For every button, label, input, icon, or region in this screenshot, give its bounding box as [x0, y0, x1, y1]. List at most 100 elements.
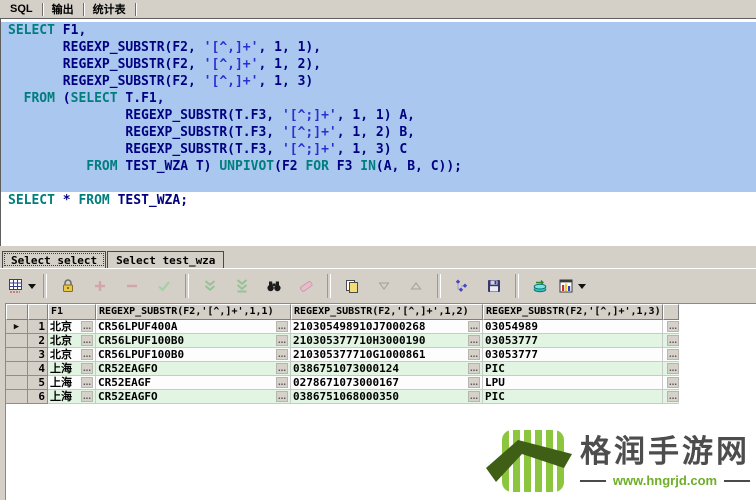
cell-f1[interactable]: 上海…: [48, 362, 96, 376]
sql-line[interactable]: REGEXP_SUBSTR(F2, '[^,]+', 1, 3): [1, 73, 756, 90]
ellipsis-button[interactable]: …: [667, 335, 679, 346]
check-button[interactable]: [149, 273, 179, 299]
cell-c2[interactable]: CR56LPUF100B0…: [96, 334, 291, 348]
cell-f1[interactable]: 北京…: [48, 320, 96, 334]
cell-c4[interactable]: 03053777: [483, 334, 663, 348]
cell-f1[interactable]: 北京…: [48, 334, 96, 348]
triangle-down-button[interactable]: [369, 273, 399, 299]
cell-stub[interactable]: …: [663, 376, 679, 390]
lock-button[interactable]: [53, 273, 83, 299]
sql-editor[interactable]: SELECT F1, REGEXP_SUBSTR(F2, '[^,]+', 1,…: [0, 18, 756, 246]
copy-pages-button[interactable]: [337, 273, 367, 299]
sql-line[interactable]: SELECT F1,: [1, 22, 756, 39]
triangle-up-button[interactable]: [401, 273, 431, 299]
cell-c4[interactable]: 03054989: [483, 320, 663, 334]
sql-line[interactable]: REGEXP_SUBSTR(T.F3, '[^;]+', 1, 2) B,: [1, 124, 756, 141]
ellipsis-button[interactable]: …: [81, 391, 93, 402]
column-header-f1[interactable]: F1: [48, 304, 96, 320]
tab-统计表[interactable]: 统计表: [87, 0, 135, 19]
ellipsis-button[interactable]: …: [667, 363, 679, 374]
cell-f1[interactable]: 北京…: [48, 348, 96, 362]
cell-c2[interactable]: CR52EAGFO…: [96, 362, 291, 376]
ellipsis-button[interactable]: …: [667, 377, 679, 388]
ellipsis-button[interactable]: …: [276, 377, 288, 388]
cell-stub[interactable]: …: [663, 334, 679, 348]
sql-line[interactable]: REGEXP_SUBSTR(F2, '[^,]+', 1, 1),: [1, 39, 756, 56]
column-header-stub[interactable]: [663, 304, 679, 320]
ellipsis-button[interactable]: …: [276, 391, 288, 402]
sql-line[interactable]: SELECT * FROM TEST_WZA;: [1, 192, 756, 209]
sql-line[interactable]: REGEXP_SUBSTR(T.F3, '[^;]+', 1, 3) C: [1, 141, 756, 158]
cell-f1[interactable]: 上海…: [48, 390, 96, 404]
cell-c2[interactable]: CR56LPUF400A…: [96, 320, 291, 334]
tab-sql[interactable]: SQL: [4, 2, 42, 17]
save-disk-button[interactable]: [479, 273, 509, 299]
ellipsis-button[interactable]: …: [81, 377, 93, 388]
row-indicator-cell[interactable]: [6, 348, 28, 362]
sql-line[interactable]: FROM (SELECT T.F1,: [1, 90, 756, 107]
tab-输出[interactable]: 输出: [46, 0, 83, 19]
eraser-button[interactable]: [291, 273, 321, 299]
ellipsis-button[interactable]: …: [468, 321, 480, 332]
ellipsis-button[interactable]: …: [468, 363, 480, 374]
row-indicator-cell[interactable]: ▶: [6, 320, 28, 334]
ellipsis-button[interactable]: …: [276, 321, 288, 332]
row-indicator-cell[interactable]: [6, 334, 28, 348]
ellipsis-button[interactable]: …: [81, 321, 93, 332]
result-tab-select-select[interactable]: Select select: [2, 251, 106, 268]
ellipsis-button[interactable]: …: [468, 349, 480, 360]
row-number-cell[interactable]: 5: [28, 376, 48, 390]
ellipsis-button[interactable]: …: [81, 363, 93, 374]
grid-view-button[interactable]: [7, 273, 37, 299]
cell-c3[interactable]: 0278671073000167…: [291, 376, 483, 390]
cell-c2[interactable]: CR56LPUF100B0…: [96, 348, 291, 362]
cell-c3[interactable]: 0386751073000124…: [291, 362, 483, 376]
ellipsis-button[interactable]: …: [276, 349, 288, 360]
plus-button[interactable]: [85, 273, 115, 299]
cell-c3[interactable]: 210305377710G1000861…: [291, 348, 483, 362]
ellipsis-button[interactable]: …: [468, 377, 480, 388]
column-header-num[interactable]: [28, 304, 48, 320]
column-header-c2[interactable]: REGEXP_SUBSTR(F2,'[^,]+',1,1): [96, 304, 291, 320]
ellipsis-button[interactable]: …: [468, 335, 480, 346]
row-number-cell[interactable]: 3: [28, 348, 48, 362]
row-indicator-cell[interactable]: [6, 376, 28, 390]
sql-line[interactable]: [1, 175, 756, 192]
minus-button[interactable]: [117, 273, 147, 299]
sort-tree-button[interactable]: [447, 273, 477, 299]
cell-c4[interactable]: LPU: [483, 376, 663, 390]
cell-c2[interactable]: CR52EAGF…: [96, 376, 291, 390]
cell-stub[interactable]: …: [663, 390, 679, 404]
ellipsis-button[interactable]: …: [276, 363, 288, 374]
row-number-cell[interactable]: 2: [28, 334, 48, 348]
ellipsis-button[interactable]: …: [667, 349, 679, 360]
column-header-c4[interactable]: REGEXP_SUBSTR(F2,'[^,]+',1,3): [483, 304, 663, 320]
sql-line[interactable]: REGEXP_SUBSTR(T.F3, '[^;]+', 1, 1) A,: [1, 107, 756, 124]
sql-line[interactable]: REGEXP_SUBSTR(F2, '[^,]+', 1, 2),: [1, 56, 756, 73]
column-header-ind[interactable]: [6, 304, 28, 320]
row-number-cell[interactable]: 4: [28, 362, 48, 376]
cell-f1[interactable]: 上海…: [48, 376, 96, 390]
column-header-c3[interactable]: REGEXP_SUBSTR(F2,'[^,]+',1,2): [291, 304, 483, 320]
ellipsis-button[interactable]: …: [276, 335, 288, 346]
cell-stub[interactable]: …: [663, 362, 679, 376]
cell-c4[interactable]: PIC: [483, 390, 663, 404]
row-indicator-cell[interactable]: [6, 390, 28, 404]
row-indicator-cell[interactable]: [6, 362, 28, 376]
cell-c3[interactable]: 210305498910J7000268…: [291, 320, 483, 334]
sql-line[interactable]: FROM TEST_WZA T) UNPIVOT(F2 FOR F3 IN(A,…: [1, 158, 756, 175]
cell-stub[interactable]: …: [663, 320, 679, 334]
ellipsis-button[interactable]: …: [468, 391, 480, 402]
ellipsis-button[interactable]: …: [81, 349, 93, 360]
cell-c2[interactable]: CR52EAGFO…: [96, 390, 291, 404]
ellipsis-button[interactable]: …: [667, 391, 679, 402]
row-number-cell[interactable]: 6: [28, 390, 48, 404]
cell-stub[interactable]: …: [663, 348, 679, 362]
chevron-double-down-button[interactable]: [195, 273, 225, 299]
ellipsis-button[interactable]: …: [667, 321, 679, 332]
cell-c4[interactable]: PIC: [483, 362, 663, 376]
chevron-double-down-line-button[interactable]: [227, 273, 257, 299]
cell-c3[interactable]: 210305377710H3000190…: [291, 334, 483, 348]
row-number-cell[interactable]: 1: [28, 320, 48, 334]
cell-c3[interactable]: 0386751068000350…: [291, 390, 483, 404]
